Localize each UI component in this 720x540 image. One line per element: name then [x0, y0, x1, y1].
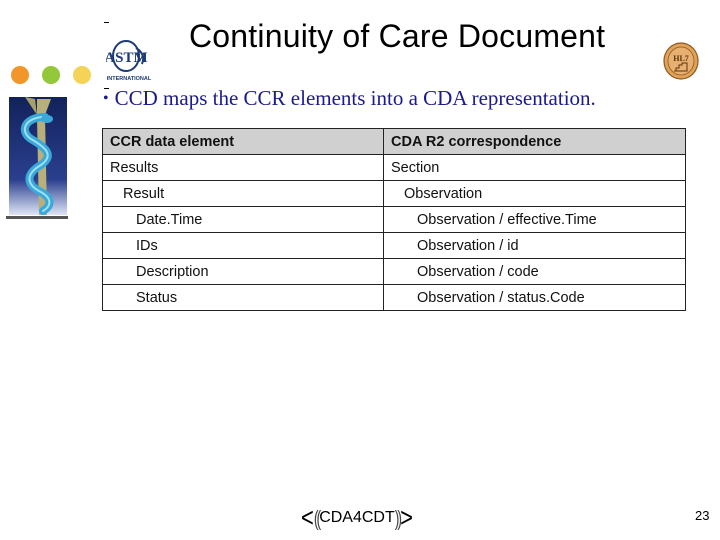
table-row: Result Observation	[102, 180, 686, 207]
table-row: Date.Time Observation / effective.Time	[102, 206, 686, 233]
cda-cell: Observation / id	[383, 232, 686, 259]
orange-dot	[11, 66, 29, 84]
left-bracket: <	[301, 502, 314, 533]
table-row: IDs Observation / id	[102, 232, 686, 259]
cda-cell: Observation	[383, 180, 686, 207]
decor-tick	[104, 22, 109, 23]
table-row: Results Section	[102, 154, 686, 181]
column-header-cda: CDA R2 correspondence	[383, 128, 686, 155]
cda4cdt-logo: < (( CDA4CDT )) >	[301, 502, 413, 533]
table-row: Description Observation / code	[102, 258, 686, 285]
slide: ASTM INTERNATIONAL HL7 Continuity of Car…	[0, 0, 720, 540]
column-header-ccr: CCR data element	[102, 128, 384, 155]
svg-text:HL7: HL7	[673, 54, 689, 63]
ccr-cell: Status	[102, 284, 384, 311]
bullet-text: CCD maps the CCR elements into a CDA rep…	[114, 86, 596, 110]
caduceus-image-icon	[6, 97, 68, 219]
cda-cell: Observation / effective.Time	[383, 206, 686, 233]
bullet-marker: •	[103, 90, 109, 107]
hl7-logo-icon: HL7	[663, 42, 699, 80]
green-dot	[42, 66, 60, 84]
page-number: 23	[695, 508, 710, 523]
slide-title: Continuity of Care Document	[189, 18, 606, 54]
bullet-point: • CCD maps the CCR elements into a CDA re…	[103, 86, 596, 111]
ccr-cell: Date.Time	[102, 206, 384, 233]
ccr-cda-mapping-table: CCR data element CDA R2 correspondence R…	[102, 128, 686, 311]
cda-cell: Observation / status.Code	[383, 284, 686, 311]
ccr-cell: Result	[102, 180, 384, 207]
cda-cell: Observation / code	[383, 258, 686, 285]
ccr-cell: IDs	[102, 232, 384, 259]
table-header-row: CCR data element CDA R2 correspondence	[102, 128, 686, 155]
ccr-cell: Description	[102, 258, 384, 285]
cda-cell: Section	[383, 154, 686, 181]
svg-text:INTERNATIONAL: INTERNATIONAL	[107, 76, 152, 82]
yellow-dot	[73, 66, 91, 84]
table-row: Status Observation / status.Code	[102, 284, 686, 311]
astm-logo-icon: ASTM INTERNATIONAL	[106, 40, 152, 82]
ccr-cell: Results	[102, 154, 384, 181]
right-bracket: >	[400, 502, 413, 533]
left-waves-icon: ((	[313, 506, 321, 530]
cda4cdt-text: CDA4CDT	[319, 509, 395, 526]
